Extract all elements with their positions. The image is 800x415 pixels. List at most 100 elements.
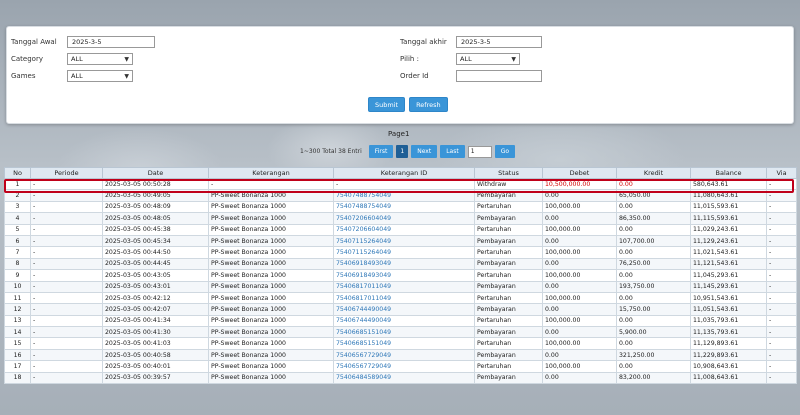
cell-kredit: 0.00 — [616, 200, 691, 214]
cell-keterangan-id[interactable]: 75406744490049 — [333, 303, 475, 316]
cell-keterangan-id[interactable]: 75406567729049 — [333, 348, 475, 362]
header-col-date: Date — [102, 167, 209, 179]
cell-status: Pembayaran — [474, 326, 543, 339]
transactions-table: No Periode Date Keterangan Keterangan ID Stat… — [4, 167, 797, 385]
cell-keterangan: PP-Sweet Bonanza 1000 — [208, 234, 334, 248]
last-page-button[interactable]: Last — [440, 145, 465, 158]
cell-keterangan: PP-Sweet Bonanza 1000 — [208, 314, 334, 328]
cell-date: 2025-03-05 00:42:12 — [102, 291, 209, 305]
submit-button[interactable]: Submit — [368, 97, 406, 112]
cell-kredit: 5,900.00 — [616, 326, 691, 339]
cell-periode: - — [30, 223, 103, 236]
cell-kredit: 15,750.00 — [616, 303, 691, 316]
first-page-button[interactable]: First — [368, 145, 394, 158]
pagination: 1~300 Total 38 Entri First 1 Next Last 1… — [300, 145, 516, 158]
cell-keterangan-id[interactable]: 75406567729049 — [333, 360, 475, 373]
cell-balance: 11,129,893.61 — [690, 337, 767, 350]
cell-balance: 11,145,293.61 — [690, 280, 767, 293]
cell-status: Pembayaran — [474, 257, 543, 271]
cell-balance: 11,129,243.61 — [690, 234, 767, 248]
pilih-select[interactable]: ALL ▼ — [456, 53, 520, 65]
cell-kredit: 65,050.00 — [616, 189, 691, 202]
cell-keterangan-id[interactable]: 75406685151049 — [333, 326, 475, 339]
cell-status: Pertaruhan — [474, 360, 543, 373]
cell-keterangan-id[interactable]: 75406685151049 — [333, 337, 475, 350]
cell-kredit: 76,250.00 — [616, 257, 691, 271]
cell-balance: 11,121,543.61 — [690, 257, 767, 271]
go-button[interactable]: Go — [494, 145, 516, 158]
cell-kredit: 0.00 — [616, 223, 691, 236]
cell-keterangan-id[interactable]: 75407115264049 — [333, 246, 475, 259]
current-page-button[interactable]: 1 — [396, 145, 409, 158]
cell-debet: 100,000.00 — [542, 314, 617, 328]
cell-no: 1 — [4, 177, 31, 191]
cell-balance: 11,115,593.61 — [690, 212, 767, 225]
next-page-button[interactable]: Next — [411, 145, 438, 158]
cell-date: 2025-03-05 00:48:05 — [102, 212, 209, 225]
cell-no: 9 — [4, 269, 31, 282]
cell-periode: - — [30, 200, 103, 214]
cell-periode: - — [30, 257, 103, 271]
cell-no: 14 — [4, 326, 31, 339]
cell-keterangan: PP-Sweet Bonanza 1000 — [208, 246, 334, 259]
table-row: 2-2025-03-05 00:49:05 PP-Sweet Bonanza 10… — [4, 189, 797, 202]
header-col-keterangan-id: Keterangan ID — [333, 167, 475, 179]
table-row: 9-2025-03-05 00:43:05 PP-Sweet Bonanza 10… — [4, 269, 797, 282]
header-col-no: No — [4, 167, 31, 179]
cell-keterangan: PP-Sweet Bonanza 1000 — [208, 189, 334, 202]
cell-keterangan-id[interactable]: 75407206604049 — [333, 223, 475, 236]
cell-keterangan-id[interactable]: 75407488754049 — [333, 200, 475, 214]
cell-periode: - — [30, 337, 103, 350]
games-select[interactable]: ALL ▼ — [67, 70, 133, 82]
cell-status: Pertaruhan — [474, 314, 543, 328]
table-row: 6-2025-03-05 00:45:34 PP-Sweet Bonanza 10… — [4, 234, 797, 248]
cell-keterangan: PP-Sweet Bonanza 1000 — [208, 257, 334, 271]
cell-date: 2025-03-05 00:42:07 — [102, 303, 209, 316]
table-row: 13-2025-03-05 00:41:34 PP-Sweet Bonanza 1… — [4, 314, 797, 328]
cell-kredit: 0.00 — [616, 246, 691, 259]
cell-debet: 0.00 — [542, 189, 617, 202]
cell-periode: - — [30, 314, 103, 328]
cell-via: - — [766, 326, 797, 339]
refresh-button[interactable]: Refresh — [409, 97, 448, 112]
pilih-value: ALL — [460, 55, 472, 63]
cell-status: Pembayaran — [474, 189, 543, 202]
cell-debet: 0.00 — [542, 257, 617, 271]
cell-keterangan: PP-Sweet Bonanza 1000 — [208, 291, 334, 305]
cell-via: - — [766, 291, 797, 305]
cell-status: Pembayaran — [474, 280, 543, 293]
cell-debet: 0.00 — [542, 326, 617, 339]
cell-keterangan-id[interactable]: 75406817011049 — [333, 291, 475, 305]
cell-kredit: 86,350.00 — [616, 212, 691, 225]
cell-no: 11 — [4, 291, 31, 305]
cell-keterangan-id[interactable]: 75406918493049 — [333, 269, 475, 282]
cell-kredit: 0.00 — [616, 269, 691, 282]
cell-no: 12 — [4, 303, 31, 316]
cell-keterangan-id[interactable]: 75406484589049 — [333, 371, 475, 385]
cell-kredit: 0.00 — [616, 314, 691, 328]
cell-periode: - — [30, 234, 103, 248]
cell-keterangan-id[interactable]: 75407206604049 — [333, 212, 475, 225]
tanggal-awal-input[interactable]: 2025-3-5 — [67, 36, 155, 48]
cell-no: 7 — [4, 246, 31, 259]
cell-date: 2025-03-05 00:41:03 — [102, 337, 209, 350]
pilih-label: Pilih : — [400, 55, 419, 63]
cell-date: 2025-03-05 00:41:30 — [102, 326, 209, 339]
cell-date: 2025-03-05 00:43:01 — [102, 280, 209, 293]
cell-debet: 100,000.00 — [542, 291, 617, 305]
category-select[interactable]: ALL ▼ — [67, 53, 133, 65]
cell-keterangan-id[interactable]: 75406918493049 — [333, 257, 475, 271]
cell-keterangan-id[interactable]: 75406744490049 — [333, 314, 475, 328]
cell-keterangan-id[interactable]: 75407115264049 — [333, 234, 475, 248]
cell-keterangan: PP-Sweet Bonanza 1000 — [208, 269, 334, 282]
cell-balance: 10,951,543.61 — [690, 291, 767, 305]
order-id-input[interactable] — [456, 70, 542, 82]
cell-kredit: 83,200.00 — [616, 371, 691, 385]
cell-keterangan-id[interactable]: 754074887540​49 — [333, 189, 475, 202]
table-row: 7-2025-03-05 00:44:50 PP-Sweet Bonanza 10… — [4, 246, 797, 259]
tanggal-akhir-input[interactable]: 2025-3-5 — [456, 36, 542, 48]
cell-keterangan-id[interactable]: 75406817011049 — [333, 280, 475, 293]
cell-via: - — [766, 177, 797, 191]
cell-no: 4 — [4, 212, 31, 225]
page-number-input[interactable]: 1 — [467, 145, 492, 158]
